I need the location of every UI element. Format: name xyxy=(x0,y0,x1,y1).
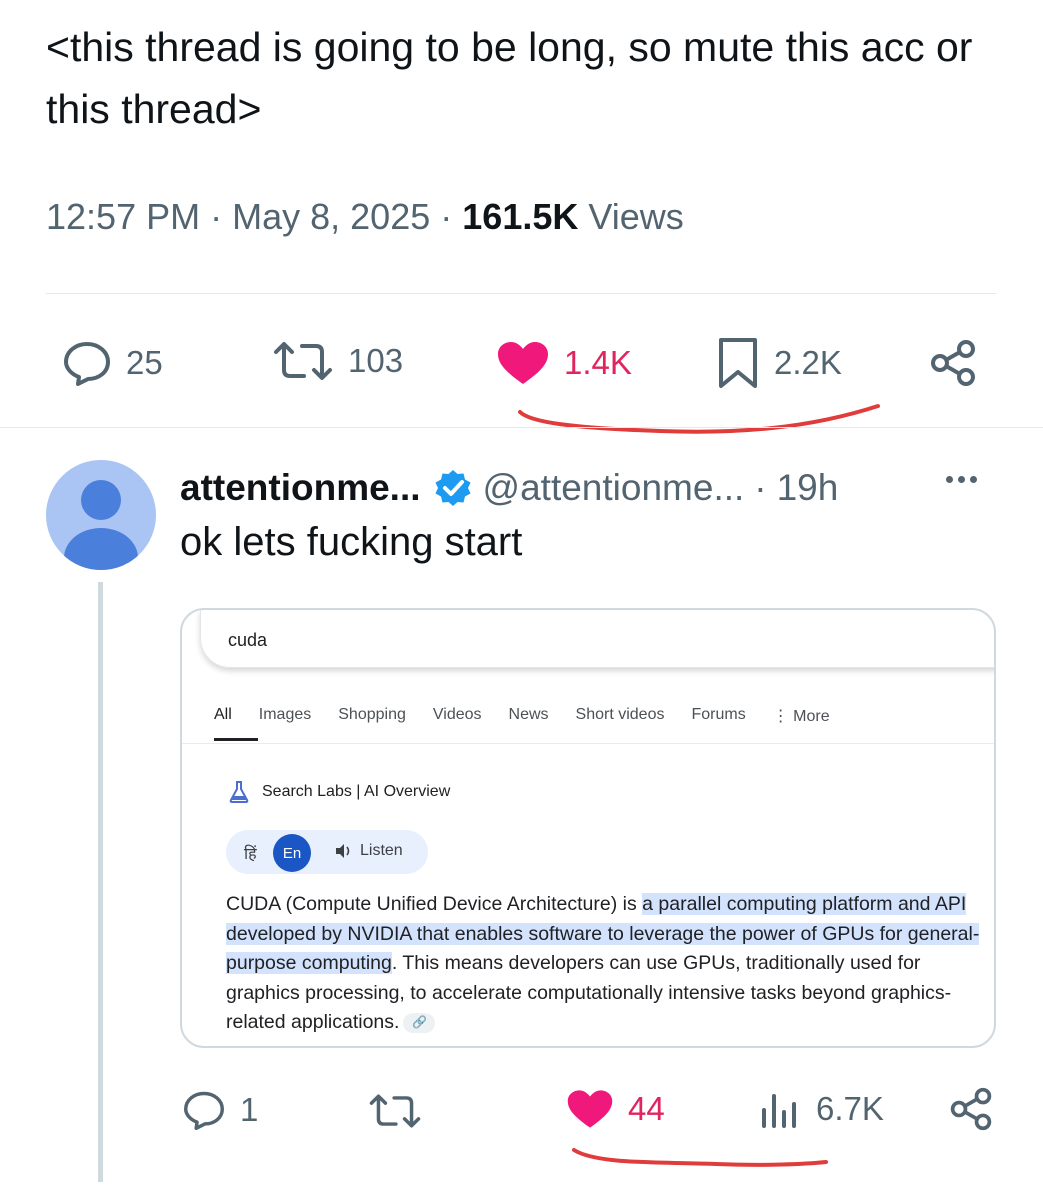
views-icon xyxy=(762,1094,796,1128)
reply-header: attentionme... @attentionme... · 19h xyxy=(180,462,838,514)
tab-all[interactable]: All xyxy=(214,706,232,726)
reply-button[interactable]: 25 xyxy=(62,340,163,386)
avatar[interactable] xyxy=(46,460,156,570)
tweet-text: <this thread is going to be long, so mut… xyxy=(46,24,973,132)
tab-videos[interactable]: Videos xyxy=(433,706,482,726)
retweet-count: 103 xyxy=(348,342,404,379)
tab-shopping[interactable]: Shopping xyxy=(338,706,406,726)
lang-english-button[interactable]: En xyxy=(273,834,311,872)
reply-like-button[interactable]: 44 xyxy=(566,1088,665,1130)
reply-time[interactable]: 19h xyxy=(777,467,839,509)
thread-line xyxy=(98,582,103,1182)
tweet-meta: 12:57 PM · May 8, 2025 · 161.5K Views xyxy=(46,196,684,238)
reply-icon xyxy=(64,342,110,386)
reply-reply-count: 1 xyxy=(240,1091,259,1128)
retweet-button[interactable]: 103 xyxy=(272,340,403,382)
avatar-head xyxy=(81,480,121,520)
flask-icon xyxy=(229,781,249,803)
reply-icon xyxy=(184,1091,224,1130)
reply-count: 25 xyxy=(126,344,163,381)
share-icon xyxy=(950,1087,992,1131)
red-underline-annotation-2 xyxy=(572,1148,828,1167)
tab-short-videos[interactable]: Short videos xyxy=(576,706,665,726)
divider-full xyxy=(0,427,1043,428)
answer-lead: CUDA (Compute Unified Device Architectur… xyxy=(226,893,643,915)
verified-badge-icon xyxy=(435,470,471,506)
search-query: cuda xyxy=(228,630,268,650)
tab-more[interactable]: ⋮ More xyxy=(773,706,830,726)
like-button[interactable]: 1.4K xyxy=(496,340,632,386)
heart-icon xyxy=(567,1090,613,1128)
tweet-date[interactable]: May 8, 2025 xyxy=(232,196,430,237)
views-label: Views xyxy=(588,196,684,237)
bookmark-button[interactable]: 2.2K xyxy=(716,336,842,390)
link-icon[interactable]: 🔗 xyxy=(403,1012,436,1033)
heart-icon xyxy=(498,342,548,384)
search-box[interactable] xyxy=(200,610,994,668)
tab-images[interactable]: Images xyxy=(259,706,311,726)
speaker-icon xyxy=(336,844,350,858)
header-separator: · xyxy=(754,467,767,508)
reply-share-button[interactable] xyxy=(948,1086,994,1132)
search-tabs: All Images Shopping Videos News Short vi… xyxy=(214,706,857,726)
retweet-icon xyxy=(274,342,332,380)
tabs-divider xyxy=(182,743,994,744)
tab-forums[interactable]: Forums xyxy=(691,706,745,726)
meta-separator: · xyxy=(210,196,223,237)
ai-overview-text: Search Labs | AI Overview xyxy=(262,783,451,800)
meta-separator-2: · xyxy=(440,196,453,237)
more-icon[interactable] xyxy=(946,476,977,483)
divider xyxy=(46,293,996,294)
share-icon xyxy=(931,340,975,386)
bookmark-count: 2.2K xyxy=(774,344,842,381)
ai-overview-label: Search Labs | AI Overview xyxy=(228,780,450,804)
listen-label: Listen xyxy=(360,842,403,859)
reply-text: ok lets fucking start xyxy=(180,520,523,564)
views-count: 161.5K xyxy=(462,196,579,237)
reply-like-count: 44 xyxy=(628,1090,665,1127)
user-name[interactable]: attentionme... xyxy=(180,467,421,509)
retweet-icon xyxy=(369,1094,421,1128)
reply-reply-button[interactable]: 1 xyxy=(182,1090,258,1130)
share-button[interactable] xyxy=(928,338,978,388)
views-button[interactable]: 6.7K xyxy=(760,1088,884,1130)
lang-hindi-button[interactable]: हिं xyxy=(244,842,257,864)
avatar-body xyxy=(64,528,138,570)
tweet-time[interactable]: 12:57 PM xyxy=(46,196,200,237)
like-count: 1.4K xyxy=(564,344,632,381)
reply-retweet-button[interactable] xyxy=(368,1092,422,1130)
user-handle[interactable]: @attentionme... xyxy=(483,467,745,509)
reply-views-count: 6.7K xyxy=(816,1090,884,1127)
bookmark-icon xyxy=(719,338,757,388)
listen-button[interactable]: Listen xyxy=(334,842,403,860)
active-tab-indicator xyxy=(214,738,258,741)
ai-overview-answer: CUDA (Compute Unified Device Architectur… xyxy=(226,890,986,1038)
attached-image[interactable]: cuda All Images Shopping Videos News Sho… xyxy=(180,608,996,1048)
red-underline-annotation xyxy=(518,404,880,434)
tab-news[interactable]: News xyxy=(509,706,549,726)
